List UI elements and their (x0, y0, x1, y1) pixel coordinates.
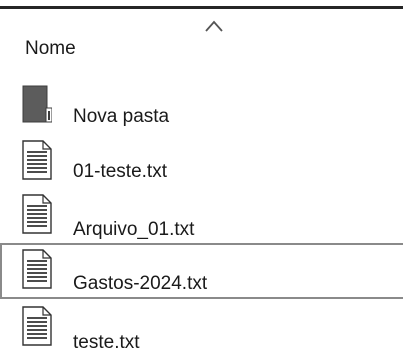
text-file-icon (22, 194, 52, 234)
folder-icon (22, 85, 52, 123)
file-row-01-teste[interactable]: 01-teste.txt (10, 140, 403, 184)
file-row-nova-pasta[interactable]: Nova pasta (10, 85, 403, 130)
file-name-label: Nova pasta (73, 106, 170, 127)
file-name-label: Arquivo_01.txt (73, 219, 195, 240)
text-file-icon (22, 306, 52, 346)
file-name-label: 01-teste.txt (73, 161, 167, 182)
text-file-icon (22, 140, 52, 180)
file-name-label: Gastos-2024.txt (73, 273, 208, 294)
file-name-label: teste.txt (73, 332, 140, 353)
file-list: Nova pasta 01-teste.txt Arquivo_01.txt G… (0, 0, 403, 354)
file-row-teste[interactable]: teste.txt (10, 306, 403, 353)
text-file-icon (22, 249, 52, 289)
file-row-gastos-2024[interactable]: Gastos-2024.txt (0, 243, 403, 299)
file-row-arquivo-01[interactable]: Arquivo_01.txt (10, 194, 403, 240)
